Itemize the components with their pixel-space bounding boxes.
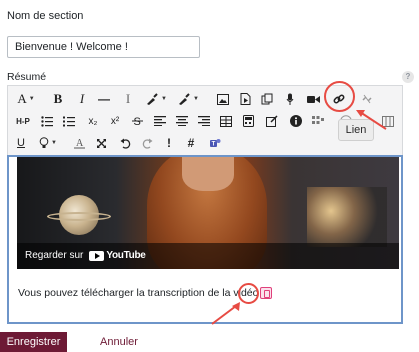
section-name-input[interactable]: Bienvenue ! Welcome ! — [7, 36, 200, 58]
chevron-down-icon: ▼ — [28, 96, 35, 102]
video-saturn-ring — [47, 212, 111, 221]
svg-text:A: A — [76, 138, 84, 149]
unordered-list-button[interactable] — [38, 110, 56, 132]
align-right-icon — [198, 116, 210, 126]
columns-icon — [382, 115, 394, 127]
video-background-shelf — [307, 187, 387, 247]
transcript-text: Vous pouvez télécharger la transcription… — [18, 287, 259, 299]
unlink-button[interactable] — [358, 88, 376, 110]
nonbreaking-space-button[interactable]: # — [182, 132, 200, 154]
text-color-button[interactable]: ▼ — [142, 88, 170, 110]
youtube-wordmark: YouTube — [106, 250, 146, 261]
italic-button[interactable]: I — [72, 88, 92, 110]
teams-button[interactable]: T — [206, 132, 224, 154]
edit-icon — [266, 115, 278, 127]
ordered-list-button[interactable] — [60, 110, 78, 132]
chevron-down-icon: ▼ — [51, 140, 57, 146]
lightbulb-icon — [39, 137, 49, 148]
highlight-button[interactable]: ▼ — [34, 132, 62, 154]
summary-label: Résumé — [7, 71, 47, 83]
image-icon — [217, 93, 229, 105]
strikethrough-icon: S — [131, 116, 143, 127]
clear-text-button[interactable]: A — [70, 132, 88, 154]
editor-content-area[interactable]: Regarder sur YouTube Vous pouvez télécha… — [7, 155, 403, 324]
align-left-button[interactable] — [152, 110, 168, 132]
bold-button[interactable]: B — [48, 88, 68, 110]
table-button[interactable] — [218, 110, 234, 132]
chevron-down-icon: ▼ — [161, 96, 167, 102]
teams-icon: T — [210, 139, 221, 148]
redo-button[interactable] — [138, 132, 156, 154]
redo-icon — [142, 138, 152, 149]
bullet-list-icon — [41, 115, 53, 127]
equation-button[interactable] — [240, 110, 256, 132]
link-tooltip: Lien — [338, 119, 374, 141]
watch-on-youtube-link[interactable]: Regarder sur YouTube — [25, 250, 146, 261]
manage-files-button[interactable] — [258, 88, 276, 110]
fullscreen-button[interactable] — [380, 110, 396, 132]
grid-icon — [312, 116, 324, 124]
accessibility-button[interactable] — [288, 110, 304, 132]
highlight-circle-link — [324, 81, 355, 112]
section-name-label: Nom de section — [7, 10, 84, 22]
screen-reader-button[interactable] — [310, 110, 326, 132]
record-audio-button[interactable] — [282, 88, 298, 110]
youtube-play-icon — [89, 250, 105, 261]
subscript-button[interactable]: x₂ — [84, 110, 102, 132]
info-circle-icon — [290, 115, 302, 127]
transcript-paragraph: Vous pouvez télécharger la transcription… — [18, 287, 273, 299]
font-button[interactable]: A ▼ — [12, 88, 40, 110]
video-camera-icon — [306, 95, 320, 103]
edit-button[interactable] — [264, 110, 280, 132]
align-right-button[interactable] — [196, 110, 212, 132]
align-center-button[interactable] — [174, 110, 190, 132]
microphone-icon — [286, 93, 294, 105]
font-label: A — [17, 91, 27, 106]
media-button[interactable] — [236, 88, 254, 110]
clear-format-button[interactable]: I — [118, 88, 138, 110]
undo-button[interactable] — [116, 132, 134, 154]
align-left-icon — [154, 116, 166, 126]
align-center-icon — [176, 116, 188, 126]
horizontal-rule-button[interactable]: — — [94, 88, 114, 110]
expand-icon — [96, 138, 106, 148]
video-person-face — [182, 157, 234, 191]
svg-text:T: T — [212, 142, 216, 148]
brush-icon — [147, 93, 158, 105]
image-button[interactable] — [214, 88, 232, 110]
file-download-icon[interactable] — [260, 287, 273, 299]
background-color-button[interactable]: ▼ — [174, 88, 202, 110]
calculator-icon — [242, 115, 254, 127]
unlink-icon — [362, 94, 372, 104]
strikethrough-button[interactable]: S — [128, 110, 146, 132]
expand-button[interactable] — [92, 132, 110, 154]
youtube-video-embed[interactable]: Regarder sur YouTube — [17, 157, 399, 269]
highlight-circle-file — [238, 283, 259, 304]
undo-icon — [120, 138, 130, 149]
file-media-icon — [240, 93, 250, 105]
underline-button[interactable]: U — [12, 132, 30, 154]
files-icon — [261, 93, 273, 105]
table-icon — [220, 115, 232, 127]
watch-on-label: Regarder sur — [25, 250, 84, 261]
exclamation-icon[interactable]: ! — [162, 132, 176, 154]
record-video-button[interactable] — [304, 88, 322, 110]
superscript-button[interactable]: x² — [106, 110, 124, 132]
brush-icon — [179, 93, 190, 105]
chevron-down-icon: ▼ — [193, 96, 199, 102]
save-button[interactable]: Enregistrer — [0, 332, 67, 352]
numbered-list-icon — [63, 116, 75, 126]
question-icon[interactable]: ? — [402, 71, 414, 83]
cancel-button[interactable]: Annuler — [90, 332, 148, 352]
eraser-icon: A — [73, 138, 85, 149]
h5p-button[interactable]: H-P — [12, 110, 34, 132]
